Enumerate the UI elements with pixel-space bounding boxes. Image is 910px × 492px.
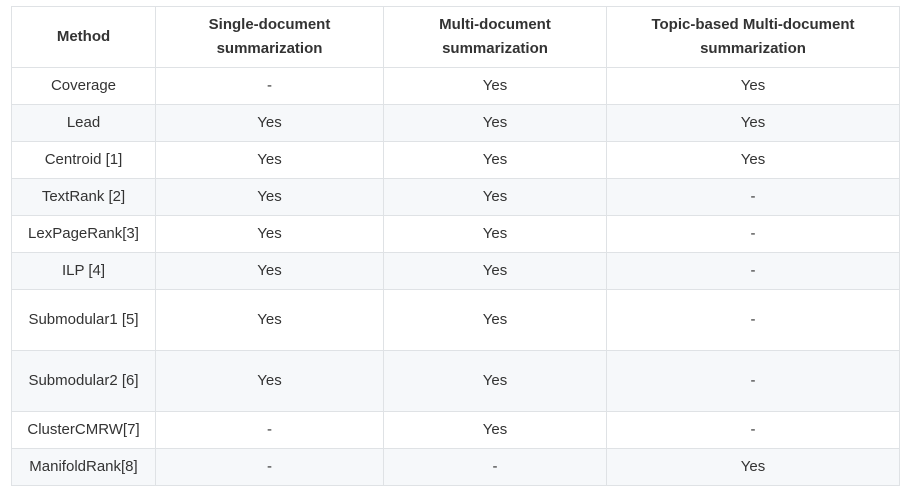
- multi-document-cell: Yes: [383, 252, 607, 290]
- multi-document-cell: Yes: [383, 215, 607, 253]
- table-row: Submodular1 [5] Yes Yes -: [11, 289, 900, 351]
- single-document-cell: Yes: [155, 252, 384, 290]
- single-document-cell: Yes: [155, 141, 384, 179]
- single-document-cell: Yes: [155, 350, 384, 412]
- topic-based-cell: Yes: [606, 104, 900, 142]
- table-row: TextRank [2] Yes Yes -: [11, 178, 900, 216]
- multi-document-cell: Yes: [383, 289, 607, 351]
- table-row: ClusterCMRW[7] - Yes -: [11, 411, 900, 449]
- method-cell: TextRank [2]: [11, 178, 156, 216]
- method-cell: Submodular1 [5]: [11, 289, 156, 351]
- single-document-cell: Yes: [155, 215, 384, 253]
- single-document-cell: Yes: [155, 104, 384, 142]
- table-row: ManifoldRank[8] - - Yes: [11, 448, 900, 486]
- single-document-cell: -: [155, 448, 384, 486]
- method-cell: ManifoldRank[8]: [11, 448, 156, 486]
- header-method: Method: [11, 6, 156, 68]
- table-row: Submodular2 [6] Yes Yes -: [11, 350, 900, 412]
- multi-document-cell: Yes: [383, 104, 607, 142]
- single-document-cell: -: [155, 411, 384, 449]
- header-single-document: Single-document summarization: [155, 6, 384, 68]
- multi-document-cell: -: [383, 448, 607, 486]
- table-row: LexPageRank[3] Yes Yes -: [11, 215, 900, 253]
- table-row: Coverage - Yes Yes: [11, 67, 900, 105]
- multi-document-cell: Yes: [383, 411, 607, 449]
- table-row: Lead Yes Yes Yes: [11, 104, 900, 142]
- table-row: Centroid [1] Yes Yes Yes: [11, 141, 900, 179]
- multi-document-cell: Yes: [383, 141, 607, 179]
- method-cell: Submodular2 [6]: [11, 350, 156, 412]
- method-cell: ClusterCMRW[7]: [11, 411, 156, 449]
- method-cell: Coverage: [11, 67, 156, 105]
- single-document-cell: -: [155, 67, 384, 105]
- topic-based-cell: Yes: [606, 67, 900, 105]
- method-cell: LexPageRank[3]: [11, 215, 156, 253]
- topic-based-cell: -: [606, 215, 900, 253]
- method-cell: Centroid [1]: [11, 141, 156, 179]
- header-multi-document: Multi-document summarization: [383, 6, 607, 68]
- topic-based-cell: -: [606, 350, 900, 412]
- single-document-cell: Yes: [155, 289, 384, 351]
- topic-based-cell: Yes: [606, 141, 900, 179]
- topic-based-cell: -: [606, 411, 900, 449]
- multi-document-cell: Yes: [383, 67, 607, 105]
- topic-based-cell: -: [606, 289, 900, 351]
- multi-document-cell: Yes: [383, 178, 607, 216]
- single-document-cell: Yes: [155, 178, 384, 216]
- methods-table: Method Single-document summarization Mul…: [11, 6, 900, 486]
- topic-based-cell: -: [606, 252, 900, 290]
- table-header-row: Method Single-document summarization Mul…: [11, 6, 900, 68]
- method-cell: ILP [4]: [11, 252, 156, 290]
- method-cell: Lead: [11, 104, 156, 142]
- header-topic-based: Topic-based Multi-document summarization: [606, 6, 900, 68]
- topic-based-cell: Yes: [606, 448, 900, 486]
- multi-document-cell: Yes: [383, 350, 607, 412]
- topic-based-cell: -: [606, 178, 900, 216]
- table-row: ILP [4] Yes Yes -: [11, 252, 900, 290]
